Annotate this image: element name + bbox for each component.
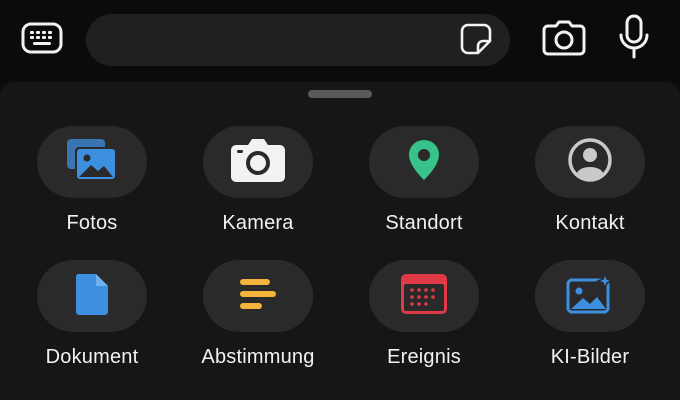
contact-icon xyxy=(567,137,613,188)
message-input-container xyxy=(86,14,510,68)
attach-event-button[interactable] xyxy=(369,260,479,332)
attach-photos[interactable]: Fotos xyxy=(0,126,166,256)
attach-document-label: Dokument xyxy=(45,346,139,368)
attach-event-label: Ereignis xyxy=(387,346,461,368)
attach-contact[interactable]: Kontakt xyxy=(498,126,664,256)
attach-ai-images[interactable]: KI-Bilder xyxy=(498,260,664,390)
attach-ai-images-button[interactable] xyxy=(535,260,645,332)
message-input[interactable] xyxy=(106,14,440,68)
attach-event[interactable]: Ereignis xyxy=(332,260,498,390)
attach-poll-button[interactable] xyxy=(203,260,313,332)
poll-icon xyxy=(238,276,278,317)
attach-contact-button[interactable] xyxy=(535,126,645,198)
keyboard-button[interactable] xyxy=(20,20,64,60)
attach-photos-button[interactable] xyxy=(37,126,147,198)
attach-poll-label: Abstimmung xyxy=(201,346,315,368)
attach-document-button[interactable] xyxy=(37,260,147,332)
photos-icon xyxy=(65,137,119,188)
attach-photos-label: Fotos xyxy=(66,212,118,234)
attach-contact-label: Kontakt xyxy=(555,212,625,234)
keyboard-icon xyxy=(21,22,63,59)
attach-ai-images-label: KI-Bilder xyxy=(550,346,630,368)
sticker-icon xyxy=(459,22,493,61)
attach-camera[interactable]: Kamera xyxy=(166,126,332,256)
sheet-drag-handle[interactable] xyxy=(308,90,372,98)
camera-button[interactable] xyxy=(540,18,588,62)
microphone-icon xyxy=(618,14,650,65)
composer-bar xyxy=(0,0,680,80)
document-icon xyxy=(74,272,110,321)
location-pin-icon xyxy=(407,138,441,187)
attach-camera-label: Kamera xyxy=(222,212,294,234)
attach-document[interactable]: Dokument xyxy=(0,260,166,390)
attachment-sheet: Fotos Kamera Standort Kontakt Dokument A… xyxy=(0,82,680,400)
attach-camera-button[interactable] xyxy=(203,126,313,198)
camera-icon xyxy=(542,20,586,61)
sticker-button[interactable] xyxy=(458,22,494,61)
camera-icon xyxy=(230,137,286,188)
attach-location-button[interactable] xyxy=(369,126,479,198)
attach-location-label: Standort xyxy=(385,212,463,234)
ai-images-icon xyxy=(566,271,615,319)
microphone-button[interactable] xyxy=(612,14,656,64)
attach-poll[interactable]: Abstimmung xyxy=(166,260,332,390)
attach-location[interactable]: Standort xyxy=(332,126,498,256)
calendar-event-icon xyxy=(399,272,449,321)
